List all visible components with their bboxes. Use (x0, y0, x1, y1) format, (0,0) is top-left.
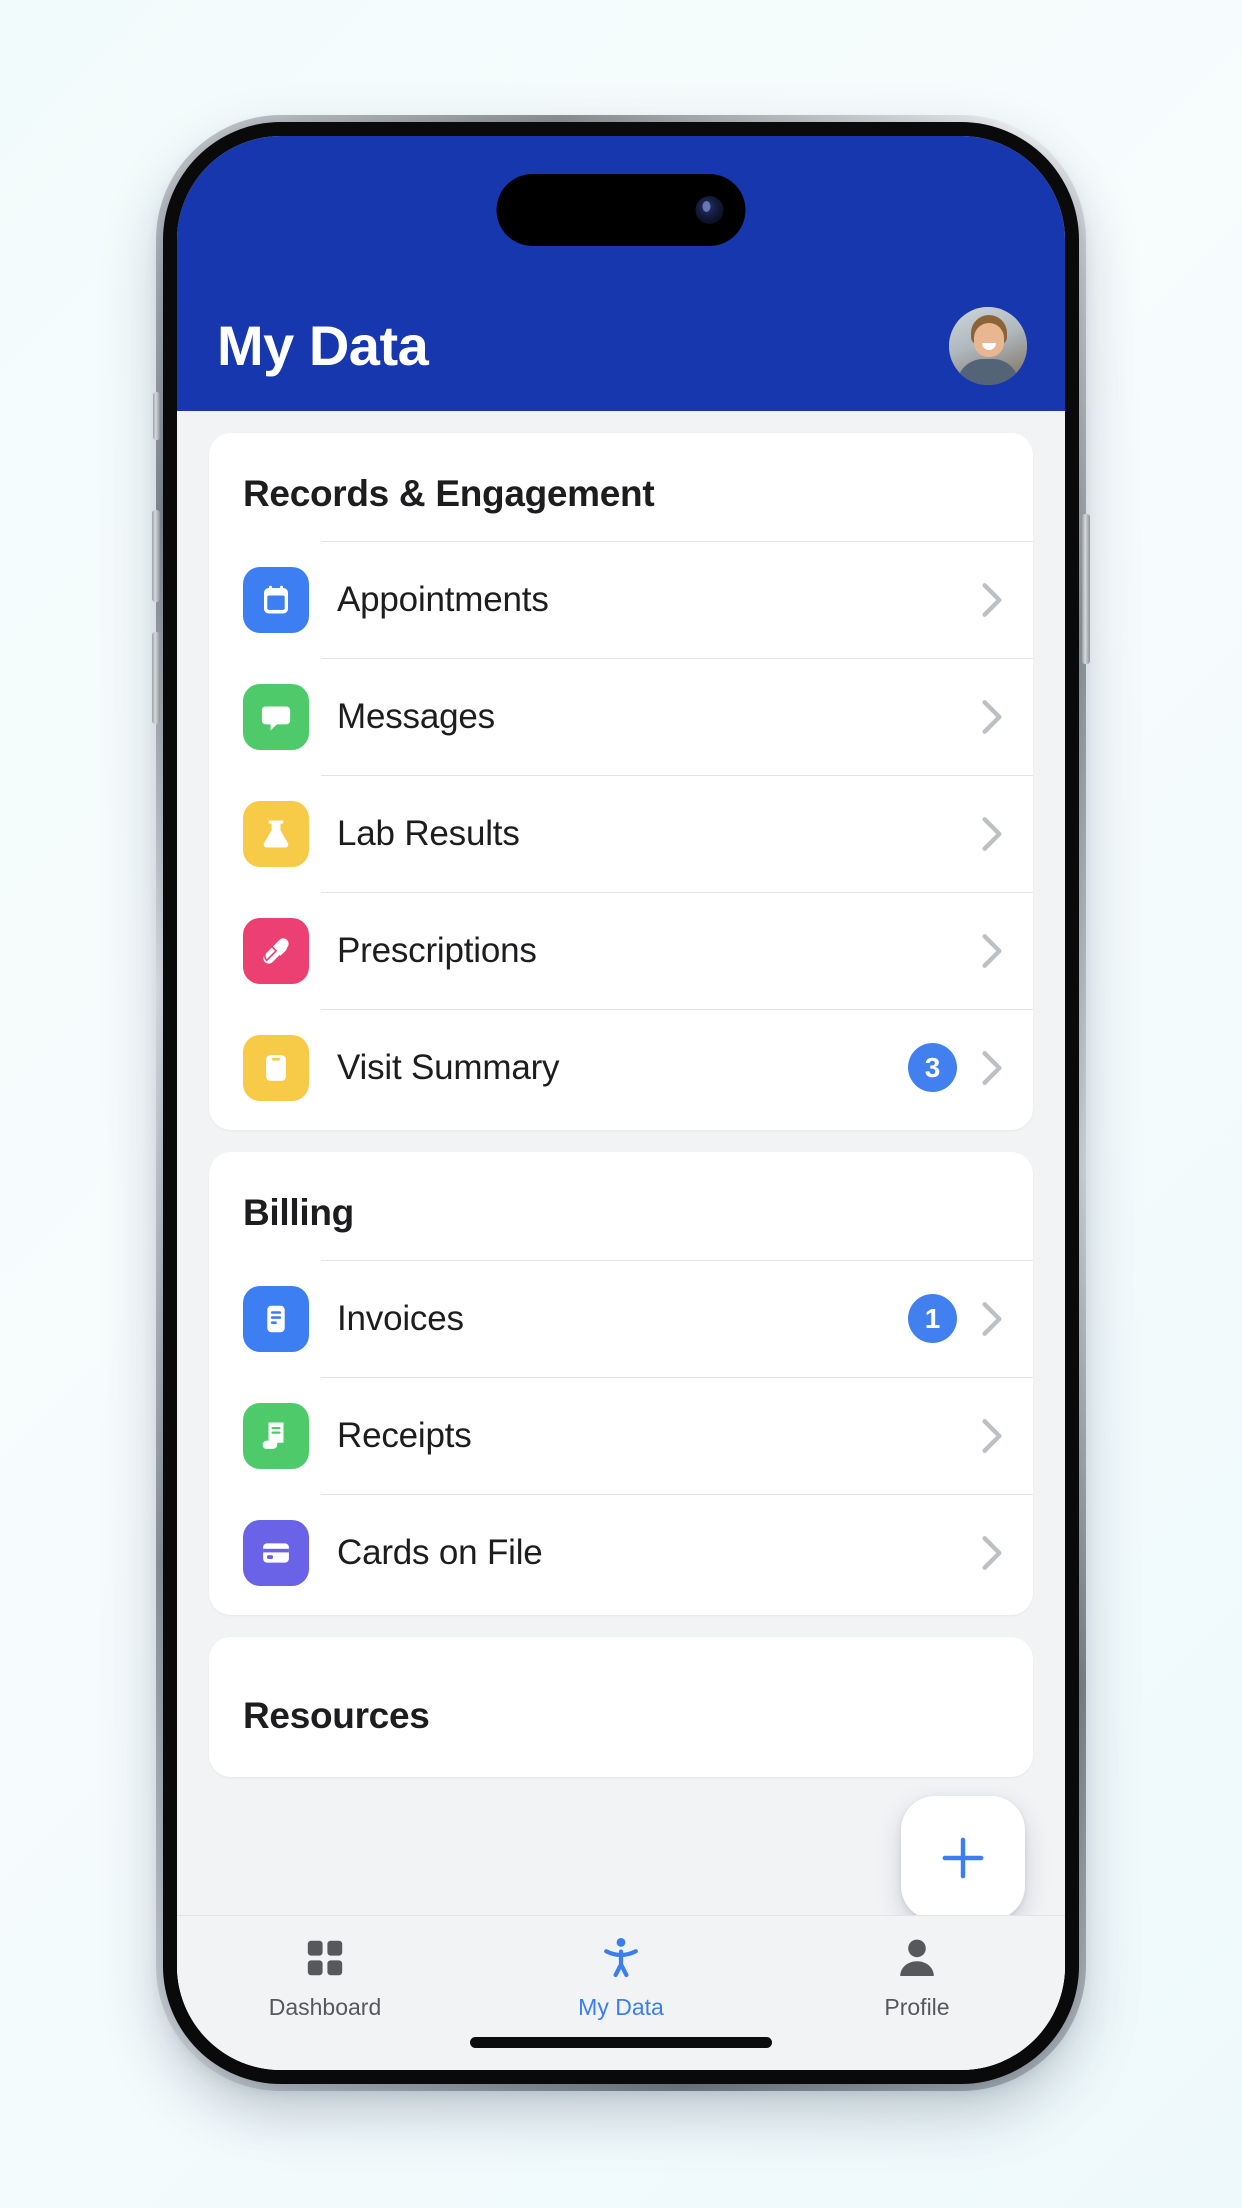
chat-icon (243, 683, 309, 750)
list-item-label: Appointments (337, 579, 549, 619)
chevron-right-icon (982, 1050, 1002, 1085)
plus-icon (942, 1837, 984, 1879)
phone-frame: My Data Records & Engagement Appointment… (152, 115, 1090, 2091)
chevron-right-icon (982, 582, 1002, 617)
list-item-label: Cards on File (337, 1532, 543, 1572)
pill-icon (243, 917, 309, 984)
chevron-right-icon (982, 699, 1002, 734)
list-item-label: Prescriptions (337, 930, 537, 970)
person-accessibility-icon (597, 1932, 645, 1984)
grid-icon (301, 1932, 349, 1984)
chevron-right-icon (982, 1301, 1002, 1336)
list-item-label: Lab Results (337, 813, 520, 853)
list-item-invoices[interactable]: Invoices 1 (209, 1260, 1033, 1377)
list-item-label: Visit Summary (337, 1047, 560, 1087)
page-title: My Data (217, 314, 429, 377)
list-item-cards-on-file[interactable]: Cards on File (209, 1494, 1033, 1611)
status-badge: 3 (908, 1043, 957, 1092)
front-camera-icon (695, 196, 724, 224)
list-item-messages[interactable]: Messages (209, 658, 1033, 775)
volume-up-button[interactable] (152, 510, 160, 602)
avatar[interactable] (949, 307, 1027, 385)
home-indicator[interactable] (470, 2037, 772, 2048)
phone-screen: My Data Records & Engagement Appointment… (177, 136, 1065, 2070)
creditcard-icon (243, 1519, 309, 1586)
chevron-right-icon (982, 1418, 1002, 1453)
flask-icon (243, 800, 309, 867)
section-title-records: Records & Engagement (243, 473, 655, 514)
dynamic-island (496, 174, 746, 246)
silence-switch[interactable] (153, 392, 160, 440)
volume-down-button[interactable] (152, 632, 160, 724)
power-button[interactable] (1082, 514, 1090, 664)
card-billing: Billing Invoices 1 Receipts Cards on Fil… (209, 1152, 1033, 1615)
header-row: My Data (177, 307, 1065, 385)
person-icon (893, 1932, 941, 1984)
avatar-face (974, 323, 1004, 357)
tab-profile[interactable]: Profile (769, 1916, 1065, 2070)
card-records-engagement: Records & Engagement Appointments Messag… (209, 433, 1033, 1130)
tab-label: Dashboard (268, 1994, 382, 2020)
list-item-appointments[interactable]: Appointments (209, 541, 1033, 658)
app-header: My Data (177, 136, 1065, 411)
clipboard-icon (243, 1034, 309, 1101)
list-item-label: Messages (337, 696, 495, 736)
receipt-icon (243, 1402, 309, 1469)
document-icon (243, 1285, 309, 1352)
status-badge: 1 (908, 1294, 957, 1343)
section-title-billing: Billing (243, 1192, 354, 1233)
list-item-label: Receipts (337, 1415, 472, 1455)
calendar-icon (243, 566, 309, 633)
chevron-right-icon (982, 816, 1002, 851)
chevron-right-icon (982, 1535, 1002, 1570)
list-item-lab-results[interactable]: Lab Results (209, 775, 1033, 892)
tab-label: My Data (578, 1994, 664, 2020)
list-item-prescriptions[interactable]: Prescriptions (209, 892, 1033, 1009)
card-resources: Resources (209, 1637, 1033, 1777)
add-button[interactable] (901, 1796, 1025, 1920)
tab-dashboard[interactable]: Dashboard (177, 1916, 473, 2070)
list-item-visit-summary[interactable]: Visit Summary 3 (209, 1009, 1033, 1126)
list-item-receipts[interactable]: Receipts (209, 1377, 1033, 1494)
list-item-label: Invoices (337, 1298, 464, 1338)
section-title-resources: Resources (243, 1695, 430, 1736)
chevron-right-icon (982, 933, 1002, 968)
tab-label: Profile (884, 1994, 950, 2020)
